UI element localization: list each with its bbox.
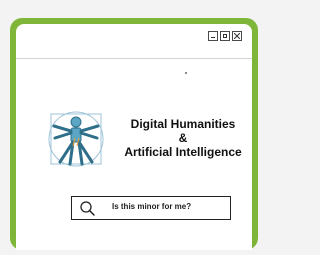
cursor-dot: [185, 72, 187, 74]
title-line-3: Artificial Intelligence: [124, 145, 242, 159]
title-line-2: &: [178, 131, 188, 145]
minimize-icon[interactable]: [208, 31, 218, 41]
search-icon: [80, 201, 95, 216]
search-box[interactable]: Is this minor for me?: [71, 196, 231, 220]
close-icon[interactable]: [232, 31, 242, 41]
window-controls: [208, 31, 242, 41]
title-bar: [16, 24, 252, 59]
vitruvian-robot-logo: [46, 102, 106, 177]
app-window: Digital Humanities & Artificial Intellig…: [10, 18, 258, 250]
program-title: Digital Humanities & Artificial Intellig…: [108, 117, 258, 159]
content-pane: Digital Humanities & Artificial Intellig…: [16, 24, 252, 250]
search-text: Is this minor for me?: [112, 202, 192, 211]
title-line-1: Digital Humanities: [130, 117, 236, 131]
maximize-icon[interactable]: [220, 31, 230, 41]
